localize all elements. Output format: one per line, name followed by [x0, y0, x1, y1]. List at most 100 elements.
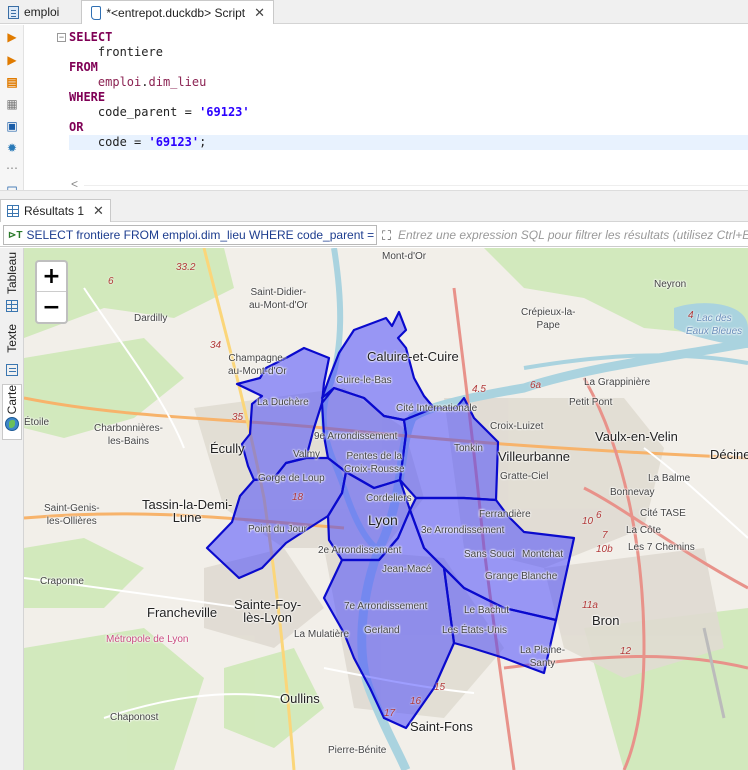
- sql-editor[interactable]: − SELECT frontiere FROM emploi.dim_lieu …: [24, 25, 748, 191]
- place-caluire: Caluire-et-Cuire: [367, 349, 459, 364]
- query-text-box[interactable]: ⊳T SELECT frontiere FROM emploi.dim_lieu…: [3, 225, 377, 245]
- place-les-etats-unis: Les États-Unis: [442, 625, 508, 636]
- keyword-or: OR: [69, 120, 84, 134]
- string-literal-2: '69123': [148, 135, 200, 149]
- close-icon[interactable]: ✕: [254, 5, 265, 21]
- road-number: 34: [210, 340, 222, 351]
- filter-bar: ⊳T SELECT frontiere FROM emploi.dim_lieu…: [0, 223, 748, 247]
- semicolon: ;: [199, 135, 207, 149]
- place-chaponost: Chaponost: [110, 712, 159, 723]
- place-saint-fons: Saint-Fons: [410, 719, 473, 734]
- more-icon[interactable]: ⋯: [5, 161, 19, 175]
- place-francheville: Francheville: [147, 605, 218, 620]
- place-sainte-foy: Sainte-Foy- lès-Lyon: [234, 597, 302, 625]
- explain-plan-icon[interactable]: ▦: [5, 97, 19, 111]
- road-number: 7: [602, 530, 608, 541]
- filter-input[interactable]: [398, 226, 748, 244]
- execute-script-icon[interactable]: ▤: [5, 75, 19, 89]
- tab-results-1[interactable]: Résultats 1 ✕: [0, 199, 111, 222]
- place-gratte-ciel: Gratte-Ciel: [500, 471, 549, 482]
- table-view-icon-wrap[interactable]: [2, 300, 22, 318]
- place-pierre-benite: Pierre-Bénite: [328, 745, 387, 756]
- place-pentes-croix-rousse: Pentes de la Croix-Rousse: [344, 451, 405, 475]
- road-number: 6a: [530, 380, 542, 391]
- place-petit-pont: Petit Pont: [569, 397, 613, 408]
- place-vaulx-en-velin: Vaulx-en-Velin: [595, 429, 678, 444]
- place-9e-arrondissement: 9e Arrondissement: [314, 431, 398, 442]
- panel-splitter[interactable]: [0, 190, 748, 198]
- editor-toolbar: ▶ ▶ ▤ ▦ ▣ ✹ ⋯ ▭: [0, 25, 24, 197]
- place-la-grappiniere: La Grappinière: [584, 377, 651, 388]
- place-lyon: Lyon: [368, 512, 398, 528]
- road-number: 10b: [596, 544, 613, 555]
- place-champagne: Champagne- au-Mont-d'Or: [228, 353, 287, 377]
- road-number: 6: [596, 510, 602, 521]
- fold-toggle-icon[interactable]: −: [57, 33, 66, 42]
- place-cite-internationale: Cité Internationale: [396, 403, 478, 414]
- tab-carte[interactable]: Carte: [2, 384, 22, 440]
- tab-carte-label: Carte: [5, 385, 19, 415]
- keyword-where: WHERE: [69, 90, 106, 104]
- tab-emploi[interactable]: emploi: [0, 0, 67, 24]
- table-file-icon: [8, 5, 19, 19]
- place-cite-tase: Cité TASE: [640, 508, 686, 519]
- zoom-control: + −: [35, 260, 68, 324]
- gear-icon[interactable]: ✹: [5, 141, 19, 155]
- place-grange-blanche: Grange Blanche: [485, 571, 558, 582]
- place-point-du-jour: Point du Jour: [248, 524, 307, 535]
- place-3e-arrondissement: 3e Arrondissement: [421, 525, 505, 536]
- place-7e-arrondissement: 7e Arrondissement: [344, 601, 428, 612]
- expand-icon[interactable]: ⛶: [382, 228, 391, 244]
- road-number: 18: [292, 492, 304, 503]
- keyword-select: SELECT: [69, 30, 113, 44]
- code-line-4: emploi.dim_lieu: [97, 75, 207, 89]
- grid-icon: [7, 205, 19, 217]
- road-number: 10: [582, 516, 594, 527]
- place-les-7-chemins: Les 7 Chemins: [628, 542, 695, 553]
- string-literal-1: '69123': [199, 105, 250, 119]
- place-tonkin: Tonkin: [454, 443, 483, 454]
- place-montchat: Montchat: [522, 549, 564, 560]
- place-oullins: Oullins: [280, 691, 320, 706]
- place-la-balme: La Balme: [648, 473, 691, 484]
- place-ferrandiere: Ferrandière: [479, 509, 531, 520]
- code-line-8-current: code = '69123';: [69, 135, 748, 150]
- script-icon: [90, 6, 102, 20]
- road-number: 33.2: [176, 262, 196, 273]
- code-line-2: frontiere: [69, 45, 163, 60]
- query-text: SELECT frontiere FROM emploi.dim_lieu WH…: [26, 228, 377, 242]
- place-le-bachut: Le Bachut: [464, 605, 510, 616]
- place-dardilly: Dardilly: [134, 313, 168, 324]
- place-saint-genis: Saint-Genis- les-Ollières: [44, 503, 100, 527]
- tab-texte-label: Texte: [5, 324, 19, 353]
- column-name: frontiere: [97, 45, 163, 59]
- road-number: 17: [384, 708, 396, 719]
- place-cordeliers: Cordeliers: [366, 493, 412, 504]
- globe-icon: [5, 417, 19, 432]
- place-croix-luizet: Croix-Luizet: [490, 421, 544, 432]
- road-number: 6: [108, 276, 114, 287]
- text-view-icon-wrap[interactable]: [2, 364, 22, 382]
- execute-statement-icon[interactable]: ▶: [5, 30, 19, 44]
- execute-new-tab-icon[interactable]: ▶: [5, 53, 19, 67]
- keyword-from: FROM: [69, 60, 98, 74]
- place-ecully: Écully: [210, 441, 245, 456]
- place-saint-didier: Saint-Didier- au-Mont-d'Or: [249, 287, 308, 311]
- schema-name: emploi: [97, 75, 142, 89]
- map-view[interactable]: Mont-d'Or Saint-Didier- au-Mont-d'Or Dar…: [24, 248, 748, 770]
- editor-tab-bar: emploi *<entrepot.duckdb> Script ✕: [0, 0, 748, 24]
- tab-script[interactable]: *<entrepot.duckdb> Script ✕: [81, 0, 275, 24]
- scroll-left-icon[interactable]: <: [71, 177, 78, 191]
- place-bron: Bron: [592, 613, 620, 628]
- tab-emploi-label: emploi: [24, 5, 60, 19]
- place-cuire-le-bas: Cuire-le-Bas: [336, 375, 392, 386]
- condition-1: code_parent =: [97, 105, 200, 119]
- text-icon: [6, 364, 18, 376]
- close-icon[interactable]: ✕: [93, 203, 104, 219]
- table-name: dim_lieu: [148, 75, 207, 89]
- zoom-in-button[interactable]: +: [37, 262, 66, 292]
- horizontal-scrollbar[interactable]: [84, 185, 748, 186]
- console-icon[interactable]: ▣: [5, 119, 19, 133]
- zoom-out-button[interactable]: −: [37, 292, 66, 322]
- code-line-5: WHERE: [69, 90, 105, 105]
